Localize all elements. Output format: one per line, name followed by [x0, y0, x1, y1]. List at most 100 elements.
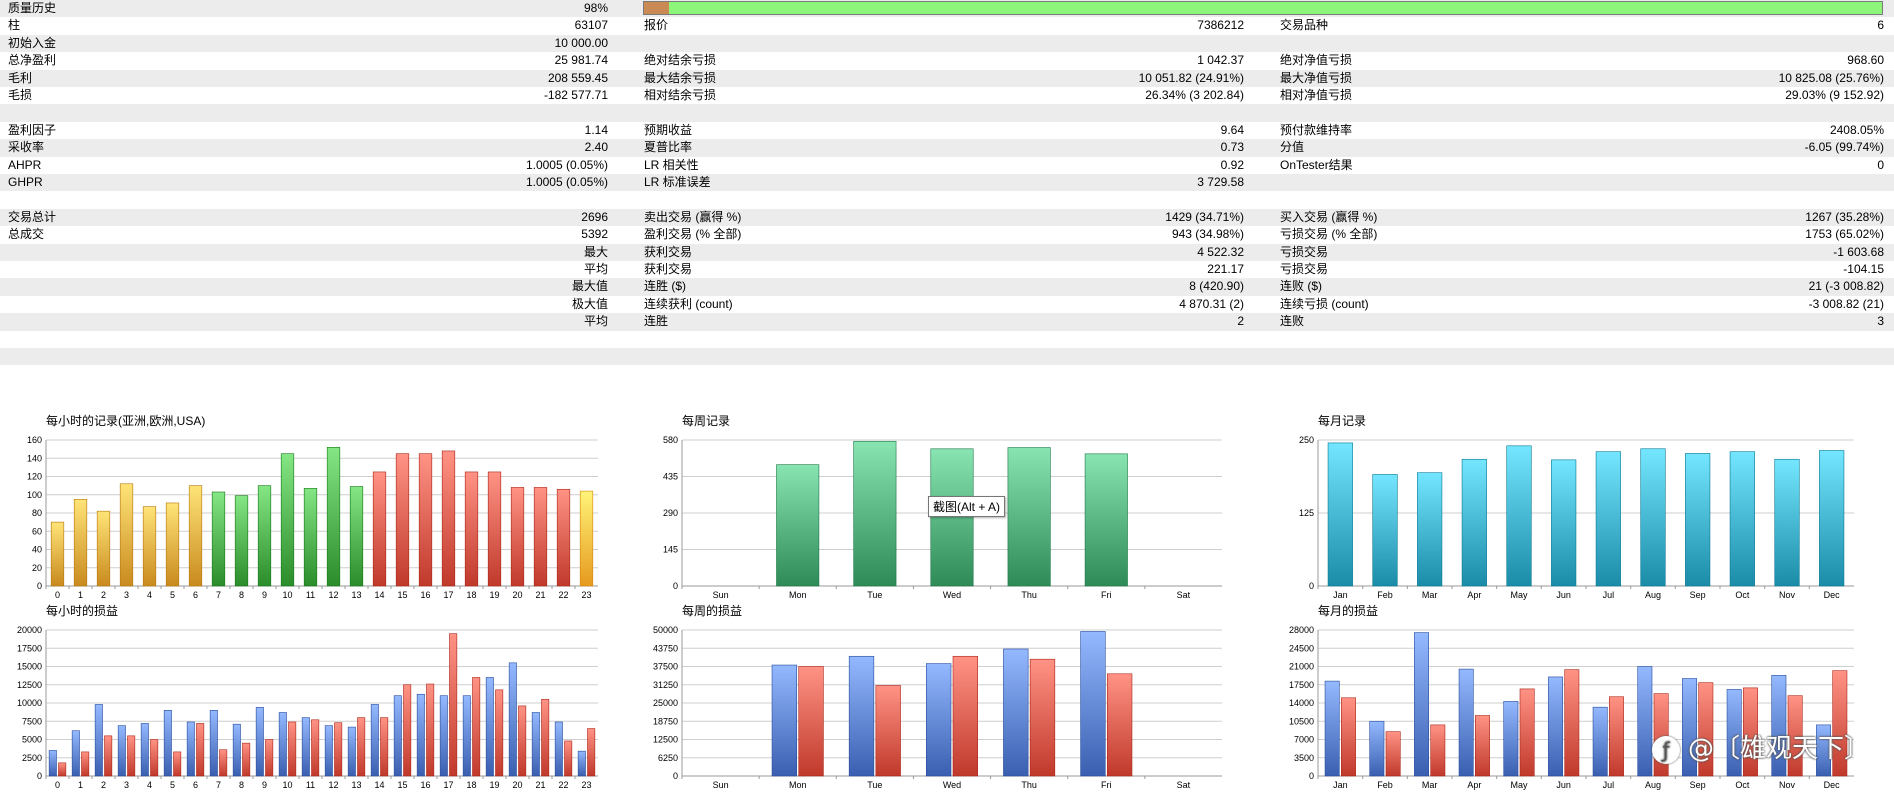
chart-svg: 0204060801001201401600 1 2 3 4 5 6 7 8 9 10 11 12 13 1…: [27, 435, 598, 600]
x-tick-label: 12: [328, 590, 338, 600]
bar: [518, 705, 527, 777]
bar: [487, 471, 502, 587]
stats-row: 采收率 2.40 夏普比率 0.73 分值 -6.05 (99.74%): [0, 139, 1894, 157]
x-tick-label: Jun: [1556, 780, 1571, 790]
x-tick-label: Thu: [1021, 780, 1037, 790]
stat-label: 质量历史: [8, 1, 57, 15]
stat-label: 初始入金: [8, 35, 57, 50]
stats-row: 柱 63107 报价 7386212 交易品种 6: [0, 17, 1894, 34]
x-tick-label: 20: [512, 590, 522, 600]
stat-value: 943 (34.98%): [1171, 227, 1244, 242]
bar: [1503, 701, 1519, 777]
bar: [1369, 720, 1385, 777]
stat-label: 总成交: [8, 227, 45, 242]
stat-value: 4 522.32: [1197, 244, 1244, 259]
stat-value: 1.14: [584, 122, 608, 137]
stat-label: 盈利交易 (% 全部): [644, 227, 742, 242]
stat-value: 0.73: [1220, 140, 1244, 155]
stat-label: AHPR: [8, 157, 42, 172]
bar: [71, 730, 80, 777]
stats-row: 初始入金 10 000.00: [0, 34, 1894, 53]
x-tick-label: Sep: [1690, 590, 1706, 600]
stat-label: 连败 ($): [1280, 279, 1323, 294]
bar: [119, 483, 134, 587]
x-tick-label: 8: [239, 780, 244, 790]
y-tick-label: 12500: [17, 680, 42, 690]
stat-label: 夏普比率: [644, 140, 693, 155]
x-tick-label: Mon: [789, 590, 807, 600]
x-tick-label: May: [1510, 780, 1528, 790]
x-tick-label: 15: [397, 780, 407, 790]
bar: [485, 677, 494, 777]
stat-value: 平均: [583, 314, 608, 329]
bar: [370, 704, 379, 777]
y-tick-label: 10500: [1289, 716, 1314, 726]
y-tick-label: 5000: [22, 735, 42, 745]
stat-value: 3: [1877, 314, 1884, 329]
bar: [472, 677, 481, 777]
y-tick-label: 0: [1309, 771, 1314, 781]
y-tick-label: 20000: [17, 625, 42, 635]
bar: [372, 471, 387, 587]
y-tick-label: 28000: [1289, 625, 1314, 635]
bar: [441, 450, 456, 587]
bar: [418, 453, 433, 587]
x-tick-label: Jan: [1333, 590, 1348, 600]
stat-value: 221.17: [1207, 262, 1244, 276]
stat-label: 买入交易 (赢得 %): [1280, 209, 1378, 224]
x-tick-label: Oct: [1735, 780, 1750, 790]
bar: [280, 453, 295, 587]
x-tick-label: 11: [306, 780, 315, 790]
bar: [531, 712, 540, 777]
stat-value: 1267 (35.28%): [1805, 209, 1884, 224]
history-quality-bar: [643, 1, 1883, 16]
x-tick-label: 18: [466, 780, 476, 790]
x-tick-label: Wed: [943, 590, 961, 600]
bar: [1430, 724, 1446, 777]
x-tick-label: 17: [443, 780, 453, 790]
stats-row: 总净盈利 25 981.74 绝对结余亏损 1 042.37 绝对净值亏损 968.60: [0, 52, 1894, 69]
y-tick-label: 15000: [17, 662, 42, 672]
y-tick-label: 31250: [653, 680, 678, 690]
bar: [952, 655, 978, 777]
y-tick-label: 50000: [653, 625, 678, 635]
bar: [554, 721, 563, 777]
stat-label: 相对结余亏损: [644, 88, 717, 102]
bar: [117, 725, 126, 777]
bar: [1084, 453, 1128, 587]
bar: [48, 750, 57, 777]
bar: [255, 707, 264, 777]
x-tick-label: Feb: [1377, 780, 1393, 790]
stat-label: 预付款维持率: [1280, 122, 1353, 137]
x-tick-label: 13: [351, 590, 361, 600]
x-tick-label: Wed: [943, 780, 961, 790]
bar: [1548, 676, 1563, 777]
x-tick-label: Tue: [867, 780, 882, 790]
bar: [1007, 447, 1051, 587]
watermark: ƒ @〔雄观天下〕: [1652, 728, 1870, 765]
stats-row: AHPR 1.0005 (0.05%) LR 相关性 0.92 OnTester结果 0: [0, 157, 1894, 174]
stat-value: 4 870.31 (2): [1179, 296, 1244, 311]
bar: [587, 728, 596, 777]
stat-value: 9.64: [1220, 122, 1244, 137]
bar: [349, 486, 364, 587]
bar: [439, 695, 448, 777]
bar: [926, 663, 952, 777]
bar: [311, 719, 320, 777]
bar: [464, 471, 479, 587]
stat-label: 连胜 ($): [644, 279, 687, 294]
bar: [165, 502, 180, 587]
x-tick-label: Mar: [1422, 590, 1438, 600]
bar: [380, 717, 389, 777]
bar: [265, 739, 274, 777]
chart-svg: 0 125 250 Jan Feb Mar Apr May Jun Jul Aug Sep Oct Nov…: [1299, 435, 1854, 600]
x-tick-label: 15: [397, 590, 407, 600]
bar: [1609, 696, 1624, 777]
bar: [776, 464, 820, 587]
watermark-logo-icon: ƒ: [1652, 735, 1680, 764]
stat-value: 1753 (65.02%): [1805, 227, 1884, 242]
bar: [73, 499, 88, 587]
stat-value: -1 603.68: [1833, 244, 1884, 259]
stat-value: 10 051.82 (24.91%): [1138, 70, 1244, 85]
bar: [1640, 448, 1666, 587]
